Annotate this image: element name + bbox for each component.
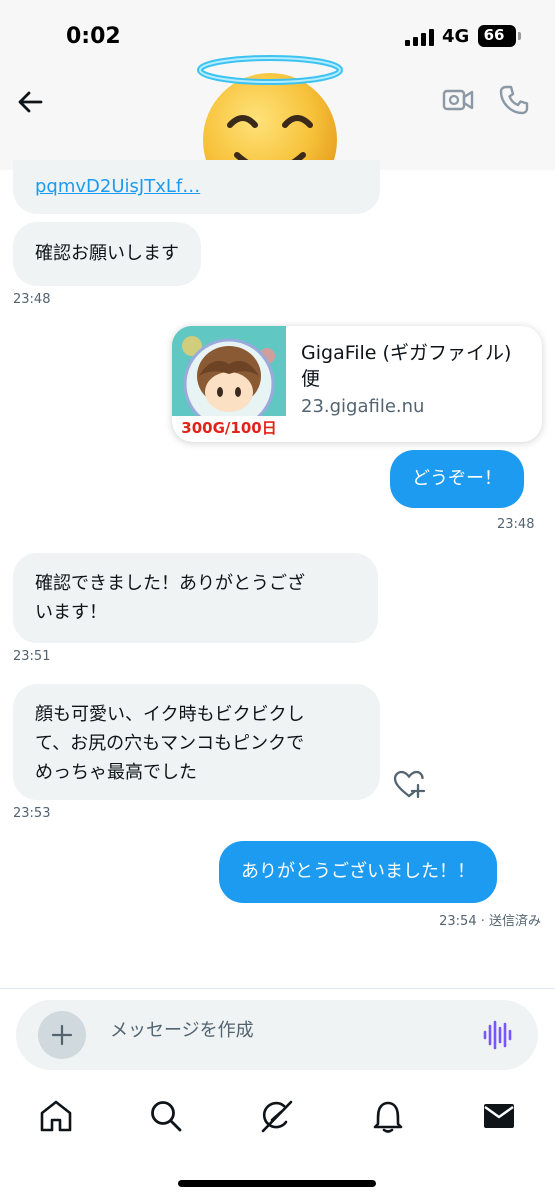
message-text-line: て、お尻の穴もマンコもピンクで (35, 733, 305, 754)
add-attachment-button[interactable] (38, 1011, 86, 1059)
home-icon (40, 1100, 72, 1132)
battery-level: 66 (483, 26, 505, 44)
message-text-line: 顔も可愛い、イク時もビクビクし (35, 704, 305, 725)
link-preview-card[interactable]: 300G/100日 GigaFile (ギガファイル) 便 23.gigafil… (172, 326, 542, 442)
link-title: GigaFile (ギガファイル) 便 (301, 342, 512, 390)
network-type: 4G (442, 26, 470, 47)
message-text-line: めっちゃ最高でした (35, 762, 197, 783)
battery-icon: 66 (478, 25, 516, 47)
mail-icon (484, 1104, 514, 1128)
add-reaction-button[interactable] (392, 768, 426, 802)
message-input[interactable] (110, 1020, 450, 1041)
plus-icon (51, 1024, 73, 1046)
voice-waveform-icon (483, 1020, 512, 1050)
voice-call-button[interactable] (496, 82, 532, 118)
arrow-left-icon (18, 91, 43, 113)
message-text: ありがとうございました！！ (241, 861, 475, 882)
tab-home[interactable] (38, 1098, 74, 1134)
tab-search[interactable] (148, 1098, 184, 1134)
message-text: 確認お願いします (35, 243, 179, 264)
signal-icon (405, 29, 434, 46)
bell-icon (373, 1101, 403, 1133)
message-bubble-outgoing[interactable]: ありがとうございました！！ (219, 841, 497, 903)
phone-icon (499, 85, 529, 115)
message-timestamp: 23:51 (13, 649, 51, 664)
message-timestamp: 23:53 (13, 806, 51, 821)
voice-message-button[interactable] (482, 1020, 512, 1050)
message-text: どうぞー！ (412, 468, 502, 489)
message-bubble-incoming[interactable]: 確認お願いします (13, 222, 201, 286)
message-bubble-outgoing[interactable]: どうぞー！ (390, 450, 524, 508)
tab-grok[interactable] (258, 1098, 294, 1134)
tab-notifications[interactable] (370, 1098, 406, 1134)
message-timestamp: 23:48 (497, 517, 535, 532)
message-composer (16, 1000, 538, 1070)
video-camera-icon (442, 89, 474, 111)
message-timestamp-status: 23:54 · 送信済み (439, 914, 541, 929)
message-timestamp: 23:48 (13, 292, 51, 307)
link-domain: 23.gigafile.nu (301, 396, 425, 417)
home-indicator (178, 1180, 376, 1187)
message-text-line: 確認できました！ありがとうござ (35, 573, 305, 594)
thumb-caption: 300G/100日 (181, 419, 277, 437)
grok-icon (261, 1100, 293, 1133)
message-bubble-incoming[interactable]: 顔も可愛い、イク時もビクビクし て、お尻の穴もマンコもピンクで めっちゃ最高でし… (13, 684, 380, 800)
back-button[interactable] (12, 84, 48, 120)
message-text-line: います！ (35, 602, 107, 623)
composer-divider (0, 988, 555, 989)
message-bubble-incoming[interactable]: 確認できました！ありがとうござ います！ (13, 553, 378, 643)
search-icon (151, 1101, 182, 1132)
message-link[interactable]: pqmvD2UisJTxLf… (35, 176, 200, 197)
battery-cap (518, 32, 521, 40)
message-bubble-incoming[interactable]: pqmvD2UisJTxLf… (13, 160, 380, 214)
tab-messages[interactable] (481, 1098, 517, 1134)
heart-plus-icon (393, 770, 426, 799)
status-time: 0:02 (66, 24, 121, 49)
link-thumbnail: 300G/100日 (172, 326, 286, 442)
video-call-button[interactable] (440, 82, 476, 118)
